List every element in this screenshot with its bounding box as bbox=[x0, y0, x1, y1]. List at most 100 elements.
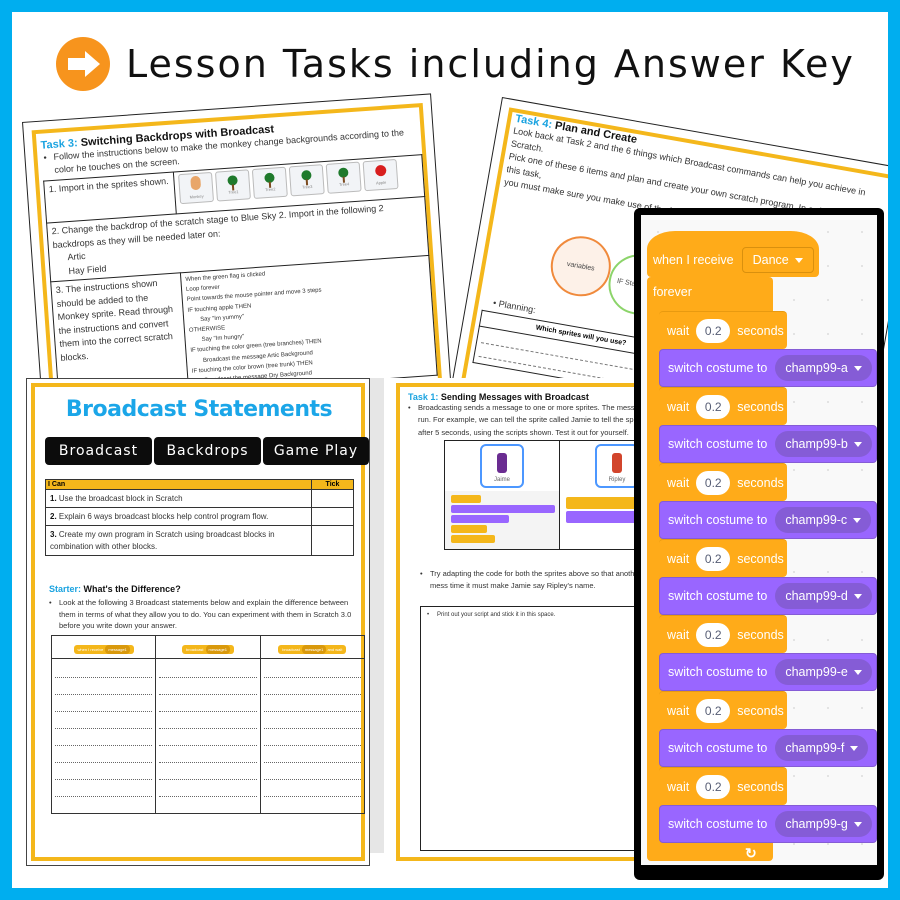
tick-cell[interactable] bbox=[311, 525, 354, 556]
chevron-down-icon bbox=[853, 821, 862, 827]
seconds-label: seconds bbox=[737, 779, 784, 794]
block-broadcast-and-wait: broadcast message1 and wait bbox=[278, 645, 347, 654]
switch-costume-label: switch costume to bbox=[668, 513, 768, 527]
switch-costume-label: switch costume to bbox=[668, 589, 768, 603]
switch-costume-block[interactable]: switch costume to champ99-g bbox=[659, 805, 877, 843]
wait-block[interactable]: wait 0.2 seconds bbox=[659, 311, 787, 349]
message-dropdown[interactable]: Dance bbox=[741, 247, 814, 273]
table-row: 1. Use the broadcast block in Scratch bbox=[45, 488, 354, 509]
chevron-down-icon bbox=[853, 669, 862, 675]
costume-dropdown[interactable]: champ99-g bbox=[775, 811, 872, 837]
page-title: Lesson Tasks including Answer Key bbox=[126, 42, 855, 86]
costume-dropdown[interactable]: champ99-b bbox=[775, 431, 872, 457]
wait-block[interactable]: wait 0.2 seconds bbox=[659, 387, 787, 425]
answer-hint: Print out your script and stick it in th… bbox=[427, 611, 659, 621]
wait-block[interactable]: wait 0.2 seconds bbox=[659, 539, 787, 577]
wait-seconds-input[interactable]: 0.2 bbox=[696, 622, 731, 647]
difference-table: when I receive message1 broadcast message1… bbox=[50, 635, 366, 814]
table-row: 2. Explain 6 ways broadcast blocks help … bbox=[45, 507, 354, 527]
wait-seconds-input[interactable]: 0.2 bbox=[696, 546, 731, 571]
wait-seconds-input[interactable]: 0.2 bbox=[696, 698, 731, 723]
page-gutter bbox=[370, 378, 384, 853]
switch-costume-block[interactable]: switch costume to champ99-b bbox=[659, 425, 877, 463]
worksheet-title: Broadcast Statements bbox=[65, 397, 333, 422]
wait-label: wait bbox=[667, 475, 690, 490]
script-jaime bbox=[445, 491, 559, 549]
wait-label: wait bbox=[667, 779, 690, 794]
seconds-label: seconds bbox=[737, 703, 784, 718]
sprite-tree2: Tree2 bbox=[251, 166, 288, 200]
seconds-label: seconds bbox=[737, 551, 784, 566]
switch-costume-block[interactable]: switch costume to champ99-c bbox=[659, 501, 877, 539]
costume-dropdown[interactable]: champ99-a bbox=[775, 355, 872, 381]
sprite-jaime: Jaime bbox=[480, 444, 524, 488]
task-title: Sending Messages with Broadcast bbox=[440, 392, 589, 402]
sprite-script-box: Jaime Ripley bbox=[444, 440, 664, 550]
wait-block[interactable]: wait 0.2 seconds bbox=[659, 463, 787, 501]
tab-broadcast[interactable]: Broadcast bbox=[45, 437, 152, 465]
sprite-column-jaime: Jaime bbox=[445, 441, 560, 549]
task1-heading: Task 1: Sending Messages with Broadcast bbox=[408, 392, 664, 402]
tab-game-play[interactable]: Game Play bbox=[263, 437, 369, 465]
switch-costume-label: switch costume to bbox=[668, 741, 768, 755]
topic-tabs: Broadcast Backdrops Game Play bbox=[45, 437, 369, 465]
sprite-tree1: Tree1 bbox=[214, 169, 251, 202]
table-row: 3. Create my own program in Scratch usin… bbox=[45, 525, 354, 556]
sprite-apple: Apple bbox=[362, 159, 399, 192]
tab-backdrops[interactable]: Backdrops bbox=[154, 437, 261, 465]
task1-followup: Try adapting the code for both the sprit… bbox=[420, 568, 660, 593]
sprite-ripley: Ripley bbox=[595, 444, 639, 488]
answer-column[interactable] bbox=[50, 658, 157, 814]
answer-box[interactable]: Print out your script and stick it in th… bbox=[420, 606, 660, 851]
tick-cell[interactable] bbox=[311, 507, 354, 527]
chevron-down-icon bbox=[853, 365, 862, 371]
seconds-label: seconds bbox=[737, 475, 784, 490]
worksheet-task3: Task 3: Switching Backdrops with Broadca… bbox=[22, 93, 452, 422]
chevron-down-icon bbox=[853, 517, 862, 523]
wait-label: wait bbox=[667, 703, 690, 718]
sprite-tree4: Tree4 bbox=[325, 161, 362, 194]
chevron-down-icon bbox=[853, 593, 862, 599]
switch-costume-block[interactable]: switch costume to champ99-d bbox=[659, 577, 877, 615]
wait-label: wait bbox=[667, 323, 690, 338]
wait-seconds-input[interactable]: 0.2 bbox=[696, 394, 731, 419]
worksheet-task1: Task 1: Sending Messages with Broadcast … bbox=[384, 378, 664, 866]
wait-seconds-input[interactable]: 0.2 bbox=[696, 318, 731, 343]
wait-seconds-input[interactable]: 0.2 bbox=[696, 774, 731, 799]
answer-column[interactable] bbox=[155, 658, 261, 814]
seconds-label: seconds bbox=[737, 399, 784, 414]
i-can-table: I Can Tick 1. Use the broadcast block in … bbox=[45, 479, 354, 556]
costume-dropdown[interactable]: champ99-f bbox=[775, 735, 869, 761]
wait-block[interactable]: wait 0.2 seconds bbox=[659, 767, 787, 805]
seconds-label: seconds bbox=[737, 627, 784, 642]
sprite-monkey: Monkey bbox=[178, 171, 215, 205]
wait-label: wait bbox=[667, 399, 690, 414]
scratch-workspace[interactable]: when I receive Dance forever wait 0.2 seco… bbox=[641, 215, 877, 865]
wait-label: wait bbox=[667, 627, 690, 642]
task-label: Task 1: bbox=[408, 392, 439, 402]
page-frame: Lesson Tasks including Answer Key Task 3… bbox=[12, 12, 888, 888]
tick-cell[interactable] bbox=[311, 488, 354, 509]
wait-seconds-input[interactable]: 0.2 bbox=[696, 470, 731, 495]
switch-costume-block[interactable]: switch costume to champ99-a bbox=[659, 349, 877, 387]
starter-section: Starter: What's the Difference? Look at … bbox=[49, 584, 361, 632]
switch-costume-label: switch costume to bbox=[668, 361, 768, 375]
loop-arrow-icon: ↻ bbox=[745, 845, 757, 861]
costume-dropdown[interactable]: champ99-d bbox=[775, 583, 872, 609]
worksheet-broadcast-statements: Broadcast Statements Broadcast Backdrops… bbox=[26, 378, 370, 866]
task3-table: 1. Import in the sprites shown. Monkey T… bbox=[43, 154, 438, 402]
switch-costume-block[interactable]: switch costume to champ99-e bbox=[659, 653, 877, 691]
answer-column[interactable] bbox=[259, 658, 366, 814]
hat-label: when I receive bbox=[653, 253, 734, 267]
forever-label: forever bbox=[653, 285, 692, 299]
chevron-down-icon bbox=[853, 441, 862, 447]
costume-dropdown[interactable]: champ99-e bbox=[775, 659, 872, 685]
wait-block[interactable]: wait 0.2 seconds bbox=[659, 691, 787, 729]
sprite-tree3: Tree3 bbox=[288, 164, 325, 197]
switch-costume-block[interactable]: switch costume to champ99-f bbox=[659, 729, 877, 767]
scratch-code-panel: when I receive Dance forever wait 0.2 seco… bbox=[634, 208, 884, 880]
costume-dropdown[interactable]: champ99-c bbox=[775, 507, 872, 533]
wait-block[interactable]: wait 0.2 seconds bbox=[659, 615, 787, 653]
header: Lesson Tasks including Answer Key bbox=[56, 34, 855, 94]
block-broadcast: broadcast message1 bbox=[181, 645, 235, 654]
